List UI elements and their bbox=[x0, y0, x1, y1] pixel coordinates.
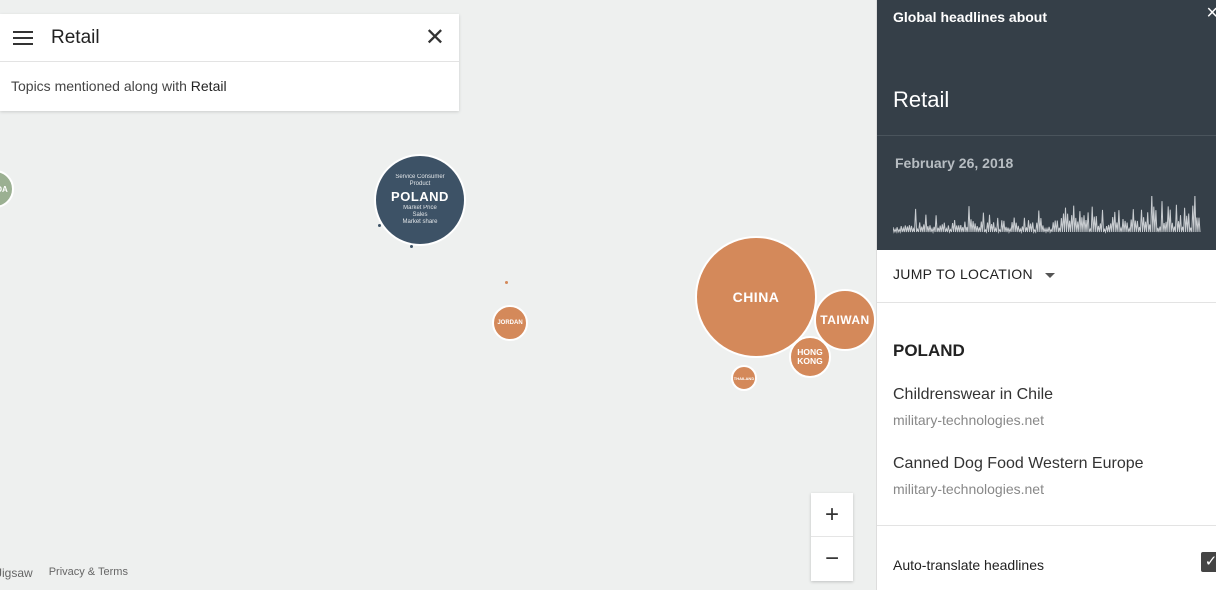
word-product: Product bbox=[409, 181, 431, 187]
auto-translate-checkbox[interactable]: ✓ bbox=[1201, 552, 1216, 572]
location-heading: POLAND bbox=[893, 341, 965, 360]
dropdown-arrow-icon bbox=[1044, 272, 1055, 278]
bubble-thailand[interactable]: THAILAND bbox=[731, 365, 757, 391]
panel-header: Global headlines about × Retail February… bbox=[877, 0, 1216, 250]
word-market-share: Market share bbox=[402, 219, 438, 225]
word-service: Service bbox=[395, 174, 416, 180]
search-card: Retail ✕ Topics mentioned along with Ret… bbox=[0, 14, 459, 111]
map-footer: Jigsaw Privacy & Terms bbox=[0, 566, 128, 580]
close-panel-icon[interactable]: × bbox=[1206, 2, 1216, 25]
header-divider bbox=[877, 135, 1216, 136]
timeline-sparkline[interactable] bbox=[893, 196, 1203, 238]
jump-label: JUMP TO LOCATION bbox=[893, 266, 1033, 282]
headline-link[interactable]: Childrenswear in Chile bbox=[893, 386, 1053, 404]
zoom-in-button[interactable]: + bbox=[811, 493, 853, 537]
hamburger-menu-icon[interactable] bbox=[13, 31, 33, 45]
topics-term: Retail bbox=[190, 78, 227, 94]
divider bbox=[877, 525, 1216, 526]
panel-date: February 26, 2018 bbox=[895, 155, 1014, 171]
close-icon[interactable]: ✕ bbox=[425, 26, 445, 50]
divider bbox=[877, 302, 1216, 303]
sparkline-path bbox=[893, 196, 1201, 234]
bubble-hong-kong[interactable]: HONG KONG bbox=[789, 336, 831, 378]
zoom-out-button[interactable]: − bbox=[811, 537, 853, 581]
map-dot bbox=[410, 245, 413, 248]
word-sales: Sales bbox=[412, 212, 428, 218]
search-title[interactable]: Retail bbox=[51, 27, 100, 49]
bubble-poland[interactable]: Service Consumer Product POLAND Market P… bbox=[374, 154, 466, 246]
bubble-jordan[interactable]: JORDAN bbox=[492, 305, 528, 341]
auto-translate-label: Auto-translate headlines bbox=[893, 557, 1044, 573]
map-dot bbox=[378, 224, 381, 227]
word-price: Price bbox=[423, 205, 437, 211]
zoom-control: + − bbox=[811, 493, 853, 581]
word-market: Market bbox=[403, 205, 422, 211]
jump-to-location-dropdown[interactable]: JUMP TO LOCATION bbox=[893, 266, 1055, 282]
privacy-terms-link[interactable]: Privacy & Terms bbox=[49, 566, 128, 580]
topics-line: Topics mentioned along with Retail bbox=[11, 78, 227, 94]
brand-link[interactable]: Jigsaw bbox=[0, 566, 33, 580]
bubble-left-edge[interactable]: DA bbox=[0, 170, 14, 208]
panel-topic: Retail bbox=[893, 87, 950, 112]
headline-source: military-technologies.net bbox=[893, 481, 1044, 497]
headline-source: military-technologies.net bbox=[893, 412, 1044, 428]
bubble-poland-label: POLAND bbox=[391, 189, 449, 204]
panel-label: Global headlines about bbox=[893, 9, 1048, 25]
headline-link[interactable]: Canned Dog Food Western Europe bbox=[893, 455, 1144, 473]
headlines-panel: Global headlines about × Retail February… bbox=[876, 0, 1216, 590]
word-consumer: Consumer bbox=[417, 174, 445, 180]
search-header: Retail ✕ bbox=[0, 14, 459, 62]
topics-prefix: Topics mentioned along with bbox=[11, 78, 187, 94]
map-dot bbox=[505, 281, 508, 284]
